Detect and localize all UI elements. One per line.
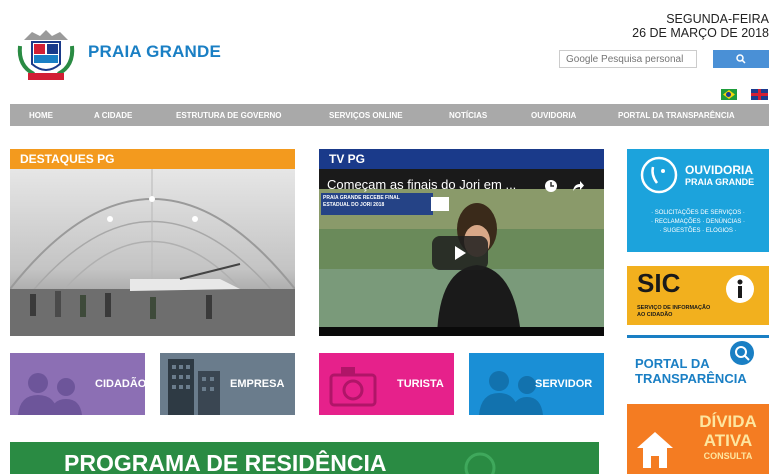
tile-cidadao[interactable]: CIDADÃO [10,353,145,415]
search-input[interactable] [559,50,697,68]
nav-estrutura-de-governo[interactable]: ESTRUTURA DE GOVERNO [176,111,282,120]
ouvidoria-logo-icon [640,156,678,194]
weekday-text: SEGUNDA-FEIRA [666,12,769,26]
play-icon [455,246,466,260]
sic-card[interactable]: SIC SERVIÇO DE INFORMAÇÃO AO CIDADÃO [627,266,769,325]
ouvidoria-title: OUVIDORIA [685,163,754,177]
destaques-photo[interactable] [10,169,295,336]
tile-empresa[interactable]: EMPRESA [160,353,295,415]
nav-portal-transparencia[interactable]: PORTAL DA TRANSPARÊNCIA [618,111,735,120]
tv-heading[interactable]: TV PG [319,149,604,169]
divida-ativa-card[interactable]: DÍVIDA ATIVA CONSULTA [627,404,769,474]
nav-home[interactable]: HOME [29,111,53,120]
city-crest-logo[interactable] [14,26,78,84]
tile-turista[interactable]: TURISTA [319,353,454,415]
search-button[interactable] [713,50,769,68]
sic-subtitle: SERVIÇO DE INFORMAÇÃO AO CIDADÃO [637,305,711,318]
people-icon [18,373,82,415]
video-caption: PRAIA GRANDE RECEBE FINAL ESTADUAL DO JO… [323,195,400,208]
nav-a-cidade[interactable]: A CIDADE [94,111,132,120]
tile-cidadao-label: CIDADÃO [95,378,145,390]
residencia-banner[interactable]: PROGRAMA DE RESIDÊNCIA [10,442,599,474]
date-text: 26 DE MARÇO DE 2018 [632,26,769,40]
decorative-icon [464,452,496,474]
sic-title: SIC [637,268,681,298]
ouvidoria-subtitle: PRAIA GRANDE [685,177,755,187]
portal-transparencia-card[interactable]: PORTAL DA TRANSPARÊNCIA [627,335,769,393]
tile-servidor[interactable]: SERVIDOR [469,353,604,415]
main-nav: HOME A CIDADE ESTRUTURA DE GOVERNO SERVI… [10,104,769,126]
magnifier-icon [730,341,754,365]
play-button[interactable] [432,236,488,270]
portuguese-flag-icon[interactable] [721,89,737,100]
destaques-heading[interactable]: DESTAQUES PG [10,149,295,169]
current-date: SEGUNDA-FEIRA 26 DE MARÇO DE 2018 [632,12,769,40]
tile-empresa-label: EMPRESA [230,378,285,390]
clock-icon[interactable] [544,179,558,193]
camera-icon [329,367,377,407]
ouvidoria-card[interactable]: OUVIDORIA PRAIA GRANDE · SOLICITAÇÕES DE… [627,149,769,252]
building-icon [168,359,220,415]
banner-text: PROGRAMA DE RESIDÊNCIA [64,450,387,474]
tile-servidor-label: SERVIDOR [535,378,593,390]
tile-turista-label: TURISTA [397,378,444,390]
share-icon[interactable] [571,179,585,193]
ouvidoria-services: · SOLICITAÇÕES DE SERVIÇOS · · RECLAMAÇÕ… [650,210,745,234]
search-icon [736,54,746,64]
divida-title: DÍVIDA ATIVA CONSULTA [699,412,757,461]
house-icon [637,432,673,468]
site-brand[interactable]: PRAIA GRANDE [88,42,221,62]
nav-servicos-online[interactable]: SERVIÇOS ONLINE [329,111,403,120]
nav-noticias[interactable]: NOTÍCIAS [449,111,487,120]
video-title[interactable]: Começam as finais do Jori em ... [327,177,516,192]
nav-ouvidoria[interactable]: OUVIDORIA [531,111,576,120]
english-flag-icon[interactable] [751,89,768,100]
info-icon [726,275,754,303]
